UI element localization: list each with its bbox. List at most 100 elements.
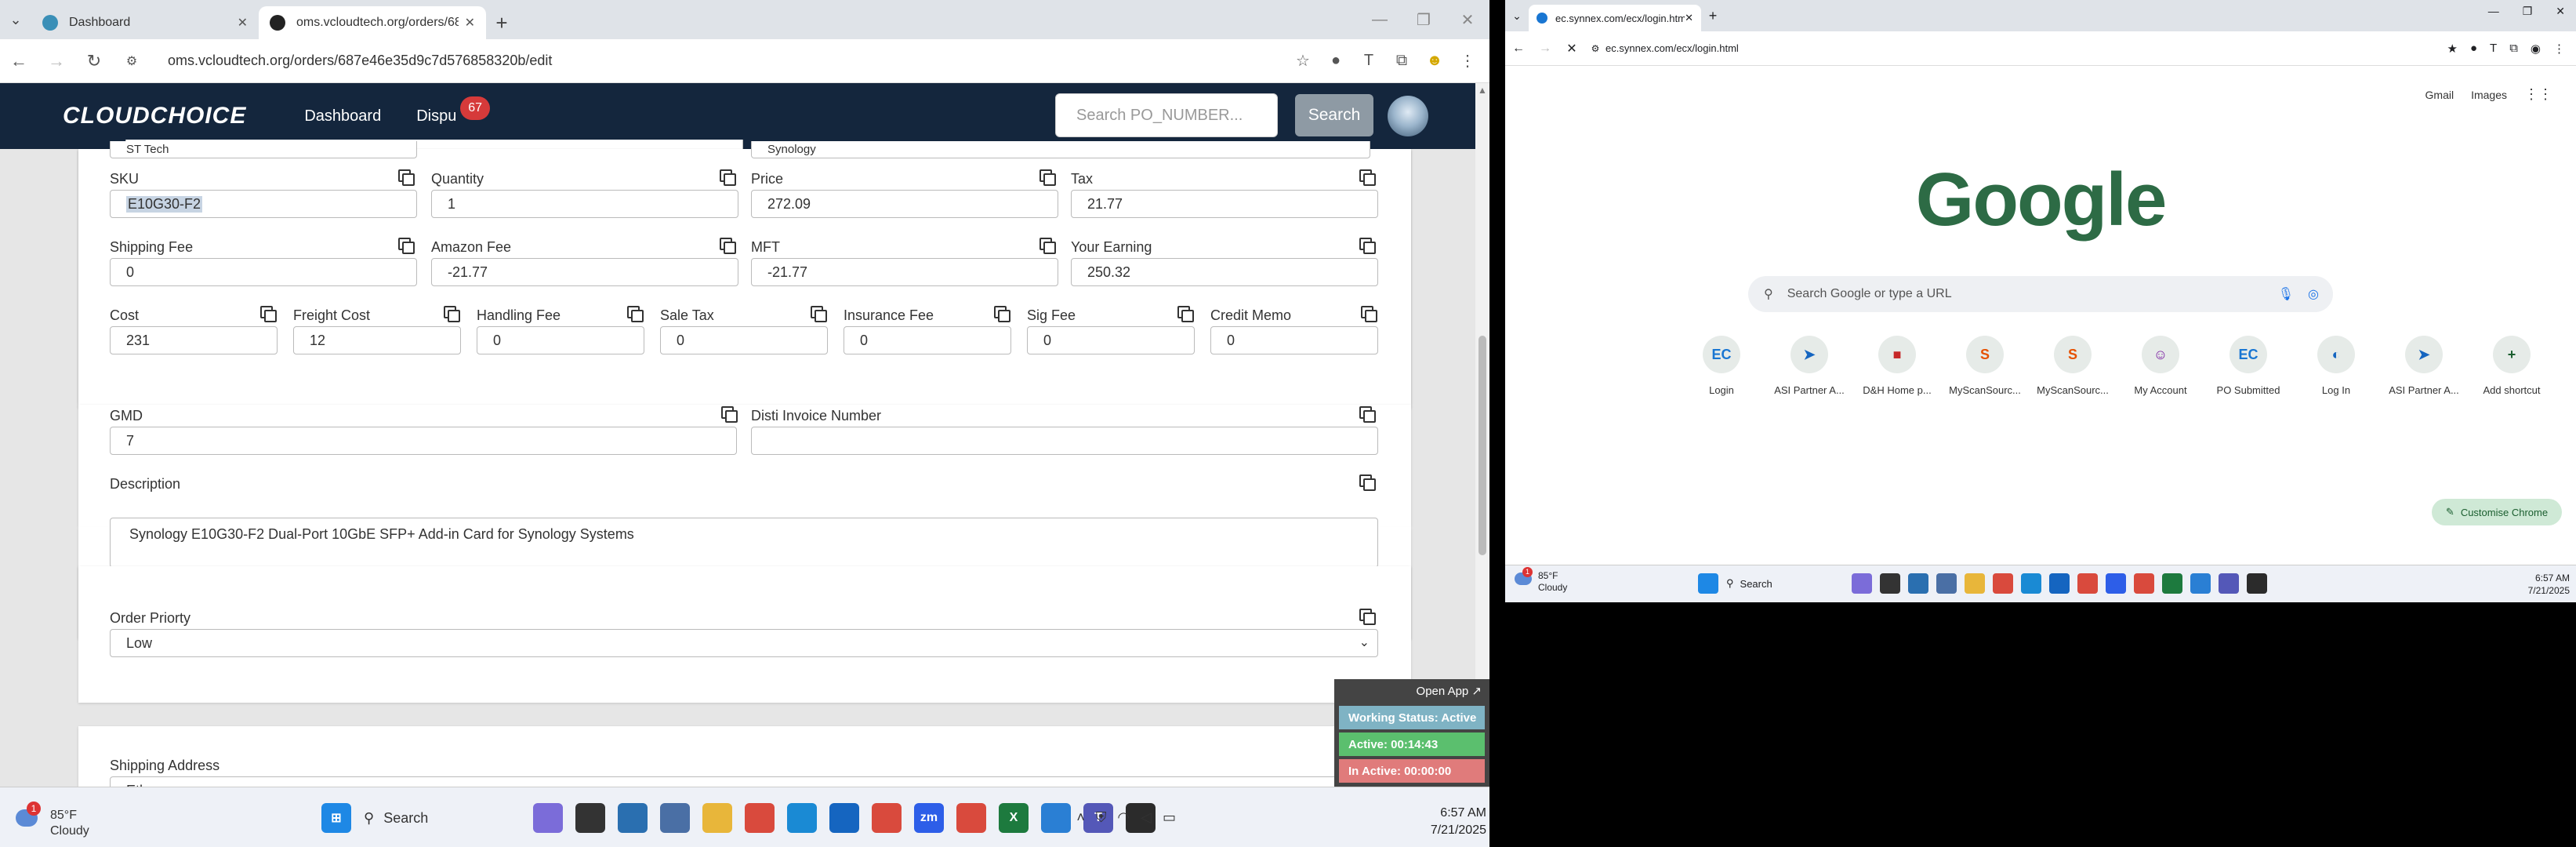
shortcut-asi-2[interactable]: ➤ ASI Partner A... [2380,336,2468,396]
back-icon[interactable]: ← [1505,42,1532,56]
po-search-input[interactable]: Search PO_NUMBER... [1055,93,1278,137]
snipping-icon[interactable] [1041,803,1071,833]
close-window-icon[interactable]: ✕ [1446,0,1489,39]
copy-icon[interactable] [1359,169,1376,186]
edge-browser-icon[interactable] [787,803,817,833]
apps-grid-icon[interactable]: ⋮⋮ [2524,86,2552,103]
chrome-active-icon[interactable] [872,803,902,833]
task-view-icon[interactable] [575,803,605,833]
file-explorer-icon[interactable] [1965,573,1985,594]
snipping-icon[interactable] [2190,573,2211,594]
taskbar-search[interactable]: ⚲ Search [1726,577,1844,590]
minimize-icon[interactable]: — [2488,5,2499,18]
brand-logo[interactable]: CLOUDCHOICE [63,103,246,129]
clock[interactable]: 6:57 AM 7/21/2025 [2528,572,2570,597]
url-field[interactable]: oms.vcloudtech.org/orders/687e46e35d9c7d… [158,45,1283,77]
disti-invoice-field[interactable] [751,427,1378,455]
reload-icon[interactable]: ↻ [75,51,113,71]
chevron-up-icon[interactable]: ˄ [1076,809,1085,826]
copy-icon[interactable] [994,306,1010,322]
extensions-icon[interactable]: ⧉ [1389,49,1414,74]
windows-start-icon[interactable]: ⊞ [321,803,351,833]
tab-orders[interactable]: oms.vcloudtech.org/orders/687 ✕ [259,6,486,39]
weather-widget[interactable]: 1 85°F Cloudy [1515,567,1567,594]
taskbar-search[interactable]: ⚲ Search [364,803,521,833]
copy-icon[interactable] [1359,406,1376,423]
extension-icon[interactable]: ● [2470,42,2477,56]
extension-icon[interactable]: ● [1323,49,1348,74]
site-info-icon[interactable]: ⚙ [1585,43,1605,54]
images-link[interactable]: Images [2471,89,2507,101]
stop-icon[interactable]: ✕ [1558,41,1585,56]
copy-icon[interactable] [1361,306,1377,322]
new-tab-button[interactable]: + [486,6,517,39]
sticky-notes-icon[interactable] [2247,573,2267,594]
forward-icon[interactable]: → [1532,42,1558,56]
calculator-icon[interactable] [1936,573,1957,594]
search-button[interactable]: Search [1295,94,1373,136]
shortcut-asi-1[interactable]: ➤ ASI Partner A... [1765,336,1853,396]
maximize-icon[interactable]: ❐ [2523,5,2533,18]
your-earning-field[interactable]: 250.32 [1071,258,1378,286]
security-icon[interactable]: ⛨ [1096,809,1107,826]
price-field[interactable]: 272.09 [751,190,1058,218]
profile-icon[interactable]: ◉ [2531,42,2541,56]
copy-icon[interactable] [720,169,736,186]
clock[interactable]: 6:57 AM 7/21/2025 [1431,805,1486,839]
sku-field[interactable]: E10G30-F2 [110,190,417,218]
edge-icon[interactable] [1908,573,1928,594]
excel-icon[interactable] [2162,573,2182,594]
lens-icon[interactable]: ◎ [2308,286,2319,302]
wifi-icon[interactable]: ◠ [1117,809,1130,826]
site-info-icon[interactable]: ⚙ [113,53,151,69]
close-icon[interactable]: ✕ [1685,12,1693,24]
copy-icon[interactable] [1177,306,1194,322]
calculator-icon[interactable] [660,803,690,833]
copy-icon[interactable] [811,306,827,322]
amazon-fee-field[interactable]: -21.77 [431,258,738,286]
copy-icon[interactable] [1039,169,1056,186]
menu-icon[interactable]: ⋮ [1455,49,1480,74]
chrome-active-icon[interactable] [2077,573,2098,594]
gmd-field[interactable]: 7 [110,427,737,455]
shortcut-login[interactable]: EC Login [1678,336,1765,396]
edge-icon[interactable] [618,803,648,833]
tab-dashboard[interactable]: Dashboard ✕ [31,6,259,39]
gmail-link[interactable]: Gmail [2425,89,2454,101]
scroll-up-icon[interactable]: ▲ [1478,85,1487,96]
extensions-icon[interactable]: ⧉ [2509,42,2518,56]
shortcut-dh[interactable]: ■ D&H Home p... [1853,336,1941,396]
copy-icon[interactable] [398,238,415,254]
teams-icon[interactable] [2219,573,2239,594]
windows-start-icon[interactable] [1698,573,1718,594]
copy-icon[interactable] [720,238,736,254]
widgets-icon[interactable] [533,803,563,833]
copy-icon[interactable] [1359,609,1376,625]
forward-icon[interactable]: → [38,51,75,71]
tab-search-icon[interactable]: ⌄ [1505,9,1529,23]
copy-icon[interactable] [398,169,415,186]
widgets-icon[interactable] [1852,573,1872,594]
close-icon[interactable]: ✕ [238,15,248,31]
weather-widget[interactable]: 1 85°F Cloudy [16,802,89,839]
file-explorer-icon[interactable] [702,803,732,833]
maximize-icon[interactable]: ❐ [1402,0,1446,39]
sig-fee-field[interactable]: 0 [1027,326,1195,354]
google-search-box[interactable]: ⚲ Search Google or type a URL 🎙 ◎ [1748,276,2333,312]
outlook-icon[interactable] [2049,573,2070,594]
menu-icon[interactable]: ⋮ [2553,42,2565,56]
shortcut-myscansource-1[interactable]: S MyScanSourc... [1941,336,2029,396]
tax-field[interactable]: 21.77 [1071,190,1378,218]
cost-field[interactable]: 231 [110,326,278,354]
customise-chrome-button[interactable]: ✎ Customise Chrome [2432,499,2562,525]
mft-field[interactable]: -21.77 [751,258,1058,286]
credit-memo-field[interactable]: 0 [1210,326,1378,354]
copy-icon[interactable] [1039,238,1056,254]
close-window-icon[interactable]: ✕ [2556,5,2565,18]
chrome-profile-icon[interactable] [956,803,986,833]
zoom-icon[interactable]: zm [914,803,944,833]
close-icon[interactable]: ✕ [465,15,475,31]
mic-icon[interactable]: 🎙 [2278,286,2294,302]
order-priority-select[interactable]: Low ⌄ [110,629,1378,657]
tab-search-icon[interactable]: ⌄ [0,0,31,39]
